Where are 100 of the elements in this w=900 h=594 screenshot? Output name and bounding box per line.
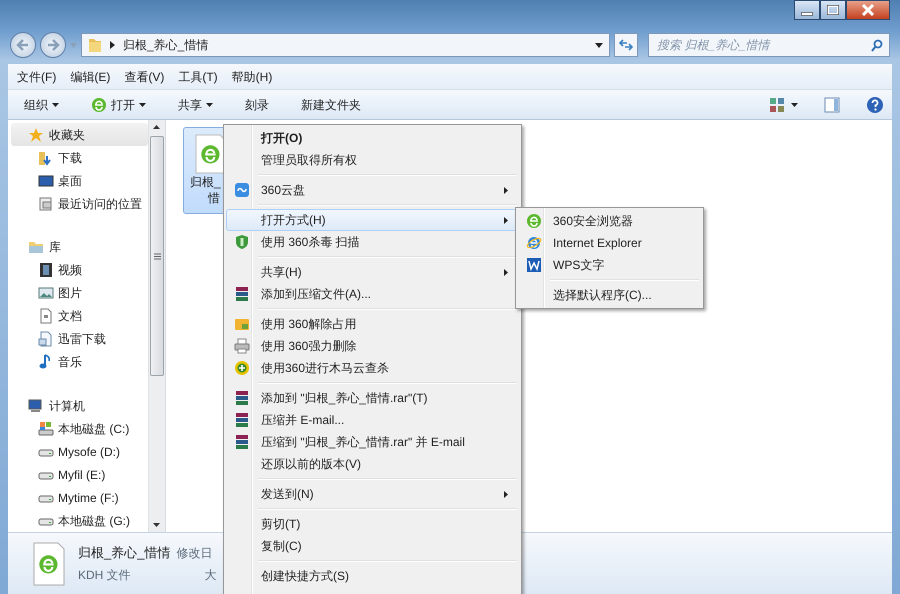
- menu-item[interactable]: 压缩并 E-mail...: [226, 409, 519, 431]
- folder-icon: [234, 316, 250, 332]
- menu-item[interactable]: 使用 360解除占用: [226, 313, 519, 335]
- caret-icon: [139, 102, 146, 106]
- film-icon: [38, 262, 54, 278]
- menu-item[interactable]: 添加到 "归根_养心_惜情.rar"(T): [226, 387, 519, 409]
- menu-item[interactable]: 360安全浏览器: [518, 210, 701, 232]
- browser-icon: [526, 213, 542, 229]
- sidebar-item[interactable]: 下载: [11, 146, 148, 169]
- toolbar-button[interactable]: 组织: [16, 92, 67, 116]
- preview-pane-icon[interactable]: [824, 96, 840, 112]
- minimize-icon: [801, 12, 813, 16]
- recent-places-icon: [38, 196, 54, 212]
- view-icon[interactable]: [769, 96, 785, 112]
- minimize-button[interactable]: [794, 0, 820, 20]
- menu-item[interactable]: 发送到(N): [226, 483, 519, 505]
- menu-item[interactable]: 剪切(T): [226, 513, 519, 535]
- submenu-arrow-icon: [504, 186, 508, 194]
- help-icon[interactable]: [866, 96, 884, 114]
- search-input[interactable]: 搜索 归根_养心_惜情: [655, 35, 871, 55]
- details-label: 大: [204, 567, 217, 584]
- sidebar-item[interactable]: Myfil (E:): [11, 463, 148, 486]
- caret-icon: [52, 102, 59, 106]
- path-text: 归根_养心_惜情: [123, 37, 208, 54]
- sidebar-item[interactable]: 本地磁盘 (G:): [11, 509, 148, 532]
- menu-item[interactable]: 文件(F): [12, 66, 62, 88]
- stacked-books-icon: [234, 390, 250, 406]
- sidebar-item[interactable]: 桌面: [11, 169, 148, 192]
- toolbar-button[interactable]: 新建文件夹: [293, 92, 369, 116]
- details-file-name: 归根_养心_惜情: [78, 544, 170, 562]
- cloud-icon: [234, 182, 250, 198]
- menu-item[interactable]: 编辑(E): [65, 66, 116, 88]
- back-arrow-icon: [16, 38, 30, 52]
- document-icon: [526, 257, 542, 273]
- computer-icon: [28, 398, 44, 414]
- menu-item[interactable]: 使用 360强力删除: [226, 335, 519, 357]
- menu-item[interactable]: 压缩到 "归根_养心_惜情.rar" 并 E-mail: [226, 431, 519, 453]
- library-folder-icon: [28, 239, 44, 255]
- toolbar-button[interactable]: 刻录: [237, 92, 277, 116]
- sidebar-group-header[interactable]: 计算机: [11, 394, 148, 417]
- forward-button[interactable]: [40, 32, 66, 58]
- menu-item[interactable]: 使用360进行木马云查杀: [226, 357, 519, 379]
- menu-item[interactable]: 共享(H): [226, 261, 519, 283]
- maximize-button[interactable]: [820, 0, 846, 20]
- details-file-type: KDH 文件: [78, 567, 131, 584]
- breadcrumb-arrow-icon[interactable]: [110, 41, 115, 49]
- picture-icon: [38, 285, 54, 301]
- address-field[interactable]: 归根_养心_惜情: [81, 33, 610, 57]
- toolbar-button[interactable]: 打开: [83, 92, 154, 116]
- sidebar-item[interactable]: 音乐: [11, 350, 148, 374]
- toolbar-button[interactable]: 共享: [170, 92, 221, 116]
- shield-icon: [234, 234, 250, 250]
- refresh-button[interactable]: [614, 33, 638, 57]
- menu-item[interactable]: 查看(V): [119, 66, 170, 88]
- document-icon: [38, 308, 54, 324]
- scrollbar[interactable]: [148, 120, 165, 532]
- file-name: 惜: [206, 190, 220, 206]
- submenu-arrow-icon: [504, 490, 508, 498]
- sidebar-item[interactable]: 本地磁盘 (C:): [11, 417, 148, 440]
- sidebar-item[interactable]: 迅雷下载: [11, 328, 148, 350]
- sidebar-item[interactable]: 文档: [11, 304, 148, 328]
- sidebar-group-header[interactable]: 库: [11, 236, 148, 258]
- menu-item[interactable]: Internet Explorer: [518, 232, 701, 254]
- stacked-books-icon: [234, 434, 250, 450]
- sidebar-item[interactable]: 视频: [11, 258, 148, 282]
- dropdown-caret-icon[interactable]: [595, 42, 603, 48]
- sidebar-item[interactable]: Mytime (F:): [11, 486, 148, 509]
- menu-item[interactable]: 创建快捷方式(S): [226, 565, 519, 587]
- stacked-books-icon: [234, 286, 250, 302]
- browser-icon: [91, 96, 107, 112]
- document-icon: [38, 331, 54, 347]
- menu-item[interactable]: 还原以前的版本(V): [226, 453, 519, 475]
- browser-icon: [526, 235, 542, 251]
- close-button[interactable]: [846, 0, 890, 20]
- details-label: 修改日: [176, 544, 212, 562]
- grip-icon: [154, 252, 160, 260]
- maximize-icon: [827, 5, 839, 15]
- search-field[interactable]: 搜索 归根_养心_惜情: [648, 33, 890, 57]
- scrollbar-thumb[interactable]: [150, 136, 164, 376]
- menu-item[interactable]: 使用 360杀毒 扫描: [226, 231, 519, 253]
- plus-icon: [234, 360, 250, 376]
- menu-item[interactable]: 工具(T): [173, 66, 223, 88]
- sidebar-item[interactable]: Mysofe (D:): [11, 440, 148, 463]
- star-icon: [28, 126, 44, 142]
- menu-item[interactable]: WPS文字: [518, 254, 701, 276]
- submenu-arrow-icon: [504, 216, 508, 224]
- menu-item[interactable]: 添加到压缩文件(A)...: [226, 283, 519, 305]
- menu-item[interactable]: 选择默认程序(C)...: [518, 284, 701, 306]
- sidebar-group-header[interactable]: 收藏夹: [11, 123, 148, 146]
- stacked-books-icon: [234, 412, 250, 428]
- menu-item[interactable]: 复制(C): [226, 535, 519, 557]
- caret-icon[interactable]: [791, 102, 798, 106]
- search-icon: [871, 38, 883, 52]
- sidebar-item[interactable]: 最近访问的位置: [11, 192, 148, 215]
- sidebar-item[interactable]: 图片: [11, 282, 148, 304]
- close-icon: [862, 4, 874, 16]
- menu-item[interactable]: 帮助(H): [226, 66, 278, 88]
- desktop-icon: [38, 172, 54, 188]
- back-button[interactable]: [10, 32, 36, 58]
- file-icon: [32, 542, 66, 586]
